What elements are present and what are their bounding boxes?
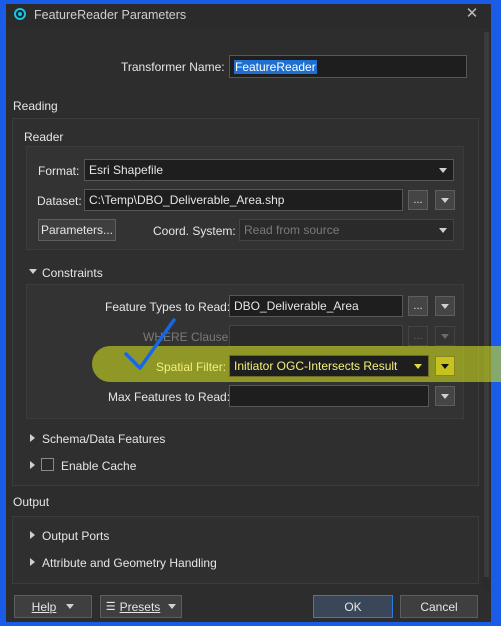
chevron-down-icon (414, 363, 422, 369)
help-button[interactable]: Help (14, 595, 92, 618)
feature-types-browse-button[interactable]: ... (408, 296, 428, 316)
dataset-label: Dataset: (37, 194, 82, 208)
feature-types-input[interactable]: DBO_Deliverable_Area (229, 295, 403, 317)
feature-types-label: Feature Types to Read: (105, 300, 231, 314)
ok-button[interactable]: OK (313, 595, 393, 618)
max-features-label: Max Features to Read: (108, 390, 231, 404)
dataset-value: C:\Temp\DBO_Deliverable_Area.shp (89, 193, 285, 207)
dataset-menu-button[interactable] (435, 190, 455, 210)
constraints-title[interactable]: Constraints (42, 266, 103, 280)
dataset-browse-button[interactable]: ... (408, 190, 428, 210)
coord-system-label: Coord. System: (153, 224, 236, 238)
checkmark-annotation-icon (124, 318, 176, 370)
where-clause-browse-button[interactable]: ... (408, 326, 428, 346)
feature-types-value: DBO_Deliverable_Area (234, 299, 359, 313)
max-features-menu-button[interactable] (435, 386, 455, 406)
spatial-filter-value: Initiator OGC-Intersects Result (234, 359, 398, 373)
output-section-title: Output (13, 495, 50, 509)
chevron-down-icon (441, 363, 449, 369)
scrollbar-thumb[interactable] (484, 32, 489, 577)
enable-cache-label: Enable Cache (61, 459, 137, 473)
cancel-button[interactable]: Cancel (400, 595, 478, 618)
output-ports-toggle[interactable]: Output Ports (42, 529, 109, 543)
max-features-input[interactable] (229, 385, 429, 407)
chevron-down-icon (439, 167, 447, 173)
schema-data-features-toggle[interactable]: Schema/Data Features (42, 432, 165, 446)
presets-button[interactable]: ☰ Presets (100, 595, 182, 618)
chevron-down-icon (441, 197, 449, 203)
transformer-name-label: Transformer Name: (121, 60, 225, 74)
coord-system-select[interactable]: Read from source (239, 219, 454, 241)
coord-system-value: Read from source (244, 223, 340, 237)
presets-icon: ☰ (105, 601, 116, 613)
presets-label: Presets (119, 599, 161, 614)
expand-arrow-icon[interactable] (30, 461, 35, 469)
chevron-down-icon (441, 393, 449, 399)
feature-types-menu-button[interactable] (435, 296, 455, 316)
spatial-filter-menu-button[interactable] (435, 356, 455, 376)
chevron-down-icon (441, 303, 449, 309)
attribute-geometry-toggle[interactable]: Attribute and Geometry Handling (42, 556, 217, 570)
expand-arrow-icon[interactable] (30, 531, 35, 539)
format-value: Esri Shapefile (89, 163, 164, 177)
enable-cache-checkbox[interactable] (41, 458, 54, 471)
transformer-name-value: FeatureReader (234, 59, 317, 74)
spatial-filter-select[interactable]: Initiator OGC-Intersects Result (229, 355, 429, 377)
help-label: Help (31, 599, 57, 614)
window-title: FeatureReader Parameters (34, 8, 187, 22)
format-select[interactable]: Esri Shapefile (84, 159, 454, 181)
transformer-name-field[interactable]: FeatureReader (229, 55, 467, 78)
chevron-down-icon (441, 333, 449, 339)
output-group (12, 516, 479, 584)
dataset-input[interactable]: C:\Temp\DBO_Deliverable_Area.shp (84, 189, 403, 211)
expand-arrow-icon[interactable] (30, 434, 35, 442)
close-icon[interactable]: ✕ (463, 5, 481, 23)
reader-group-title: Reader (24, 130, 64, 144)
app-icon (14, 8, 26, 20)
collapse-arrow-icon[interactable] (29, 269, 37, 274)
where-clause-menu-button[interactable] (435, 326, 455, 346)
format-label: Format: (38, 164, 80, 178)
where-clause-input[interactable] (229, 325, 403, 347)
chevron-down-icon (66, 604, 75, 609)
reading-section-title: Reading (13, 99, 58, 113)
chevron-down-icon (168, 604, 177, 609)
chevron-down-icon (439, 227, 447, 233)
expand-arrow-icon[interactable] (30, 558, 35, 566)
parameters-button[interactable]: Parameters... (38, 219, 116, 241)
